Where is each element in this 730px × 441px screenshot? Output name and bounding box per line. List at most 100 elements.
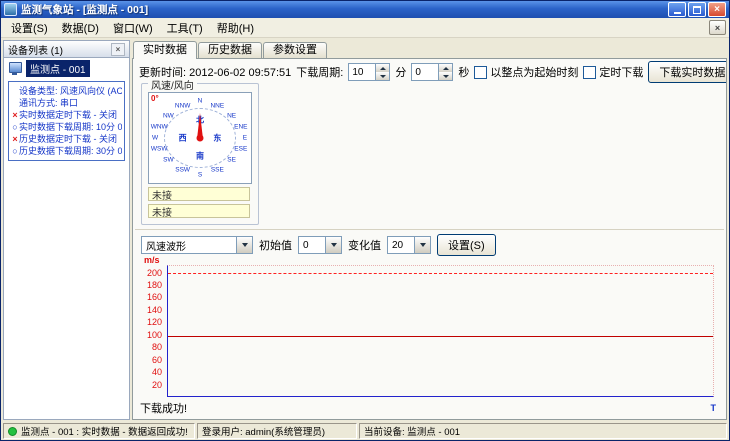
initial-value-label: 初始值 bbox=[259, 240, 292, 252]
reference-line-200 bbox=[168, 273, 713, 274]
change-value-select[interactable]: 20 bbox=[387, 236, 431, 254]
login-user-cell: 登录用户: admin(系统管理员) bbox=[197, 423, 357, 439]
device-tree-item[interactable]: 监测点 - 001 bbox=[5, 59, 128, 77]
y-tick-label: 160 bbox=[146, 292, 162, 302]
change-value: 20 bbox=[392, 239, 404, 251]
compass-west-label: 西 bbox=[178, 133, 187, 143]
body: 设备列表 (1) 监测点 - 001 设备类型: 风速风向仪 (ACY8-1) … bbox=[1, 38, 729, 422]
compass-dir-label: NNE bbox=[210, 102, 225, 110]
section-divider bbox=[135, 229, 724, 230]
compass-dir-label: ENE bbox=[234, 123, 248, 131]
y-tick-label: 120 bbox=[146, 317, 162, 327]
status-message-cell: 监测点 - 001 : 实时数据 - 数据返回成功! bbox=[3, 423, 195, 439]
compass-dir-label: W bbox=[152, 134, 159, 142]
y-tick-label: 180 bbox=[146, 280, 162, 290]
info-text: 历史数据下载周期: 30分 0秒 bbox=[19, 146, 122, 156]
y-tick-label: 100 bbox=[146, 330, 162, 340]
menu-help[interactable]: 帮助(H) bbox=[210, 18, 261, 38]
window-title: 监测气象站 - [监测点 - 001] bbox=[21, 4, 149, 16]
y-tick-label: 80 bbox=[151, 342, 162, 352]
y-tick-label: 140 bbox=[146, 305, 162, 315]
y-tick-label: 40 bbox=[151, 367, 162, 377]
seconds-stepper[interactable]: 0 bbox=[411, 63, 454, 81]
chevron-down-icon[interactable] bbox=[414, 237, 430, 253]
menu-settings[interactable]: 设置(S) bbox=[4, 18, 55, 38]
align-start-label: 以整点为起始时刻 bbox=[490, 67, 579, 79]
set-button[interactable]: 设置(S) bbox=[437, 234, 496, 256]
wind-angle-value: 0° bbox=[151, 94, 159, 103]
menu-tools[interactable]: 工具(T) bbox=[160, 18, 210, 38]
device-info-box: 设备类型: 风速风向仪 (ACY8-1) 通讯方式: 串口 ×实时数据定时下载 … bbox=[8, 81, 125, 161]
compass-dir-label: S bbox=[197, 171, 203, 179]
app-icon bbox=[4, 3, 17, 16]
tab-parameter-settings[interactable]: 参数设置 bbox=[263, 42, 327, 58]
device-sidebar: 设备列表 (1) 监测点 - 001 设备类型: 风速风向仪 (ACY8-1) … bbox=[3, 40, 130, 420]
device-info-line: 设备类型: 风速风向仪 (ACY8-1) bbox=[11, 85, 122, 97]
download-period-label: 下载周期: bbox=[296, 67, 344, 79]
wind-compass: 0° N NNE NE ENE E ESE SE SSE S SSW SW WS… bbox=[148, 92, 252, 184]
menu-bar: 设置(S) 数据(D) 窗口(W) 工具(T) 帮助(H) bbox=[1, 18, 729, 38]
initial-value: 0 bbox=[303, 239, 309, 251]
info-text: 通讯方式: 串口 bbox=[19, 98, 79, 108]
compass-dir-label: SSE bbox=[210, 166, 224, 174]
spin-down-icon[interactable] bbox=[376, 72, 390, 80]
initial-value-select[interactable]: 0 bbox=[298, 236, 342, 254]
title-bar: 监测气象站 - [监测点 - 001] bbox=[1, 1, 729, 18]
info-text: 设备类型: 风速风向仪 (ACY8-1) bbox=[19, 86, 122, 96]
minutes-stepper[interactable]: 10 bbox=[348, 63, 391, 81]
change-value-label: 变化值 bbox=[348, 240, 381, 252]
wave-type-value: 风速波形 bbox=[146, 241, 186, 253]
period-circle-icon: ○ bbox=[12, 146, 18, 156]
wind-speed-chart: m/s 200 180 160 140 120 100 80 60 40 20 bbox=[141, 255, 718, 413]
main-area: 实时数据 历史数据 参数设置 更新时间: 2012-06-02 09:57:51… bbox=[132, 40, 727, 420]
chart-plot-area bbox=[167, 265, 714, 397]
tab-realtime-data[interactable]: 实时数据 bbox=[133, 41, 197, 59]
tab-history-data[interactable]: 历史数据 bbox=[198, 42, 262, 58]
device-icon bbox=[9, 61, 22, 75]
maximize-button[interactable] bbox=[688, 2, 706, 17]
download-realtime-button[interactable]: 下载实时数据(D) bbox=[648, 61, 726, 83]
compass-dir-label: SE bbox=[227, 156, 236, 164]
device-info-line: 通讯方式: 串口 bbox=[11, 97, 122, 109]
chart-y-tick-labels: 200 180 160 140 120 100 80 60 40 20 bbox=[141, 255, 165, 413]
compass-dir-label: WNW bbox=[150, 123, 168, 131]
timed-download-checkbox[interactable]: 定时下载 bbox=[583, 64, 643, 80]
status-message: 监测点 - 001 : 实时数据 - 数据返回成功! bbox=[21, 427, 188, 438]
y-tick-label: 60 bbox=[151, 355, 162, 365]
child-close-icon[interactable] bbox=[709, 20, 726, 35]
compass-center-dot-icon bbox=[196, 134, 204, 142]
minutes-unit-label: 分 bbox=[395, 67, 407, 79]
compass-dir-label: NE bbox=[227, 112, 237, 120]
compass-dir-label: NW bbox=[162, 112, 174, 120]
spin-down-icon[interactable] bbox=[439, 72, 453, 80]
spin-up-icon[interactable] bbox=[376, 64, 390, 72]
wind-group: 风速/风向 0° N NNE NE ENE E ESE SE SSE S SSW… bbox=[141, 77, 259, 225]
realtime-panel: 更新时间: 2012-06-02 09:57:51 下载周期: 10 分 0 秒 bbox=[132, 58, 727, 420]
device-name: 监测点 - 001 bbox=[26, 59, 90, 77]
minimize-button[interactable] bbox=[668, 2, 686, 17]
current-device-cell: 当前设备: 监测点 - 001 bbox=[359, 423, 727, 439]
chevron-down-icon[interactable] bbox=[325, 237, 341, 253]
status-ok-icon bbox=[8, 426, 17, 436]
chart-x-axis-label: T bbox=[710, 403, 717, 413]
wave-type-select[interactable]: 风速波形 bbox=[141, 236, 253, 254]
y-tick-label: 20 bbox=[151, 380, 162, 390]
chevron-down-icon[interactable] bbox=[236, 237, 252, 253]
tab-bar: 实时数据 历史数据 参数设置 bbox=[132, 40, 727, 59]
reference-line-100 bbox=[168, 336, 713, 337]
close-button[interactable] bbox=[708, 2, 726, 17]
align-start-checkbox[interactable]: 以整点为起始时刻 bbox=[474, 64, 578, 80]
wave-controls: 风速波形 初始值 0 变化值 20 设置(S) bbox=[141, 234, 718, 256]
sidebar-title: 设备列表 (1) bbox=[8, 45, 63, 57]
compass-south-label: 南 bbox=[196, 151, 204, 161]
menu-data[interactable]: 数据(D) bbox=[55, 18, 106, 38]
spin-up-icon[interactable] bbox=[439, 64, 453, 72]
menu-window[interactable]: 窗口(W) bbox=[106, 18, 160, 38]
sidebar-header: 设备列表 (1) bbox=[3, 40, 130, 58]
sidebar-close-icon[interactable] bbox=[111, 42, 125, 56]
device-tree: 监测点 - 001 设备类型: 风速风向仪 (ACY8-1) 通讯方式: 串口 … bbox=[3, 58, 130, 420]
wind-direction-value: 未接 bbox=[148, 204, 250, 219]
checkbox-icon bbox=[583, 65, 597, 79]
device-info-line: ×历史数据定时下载 - 关闭 bbox=[11, 133, 122, 145]
wind-speed-value: 未接 bbox=[148, 187, 250, 202]
